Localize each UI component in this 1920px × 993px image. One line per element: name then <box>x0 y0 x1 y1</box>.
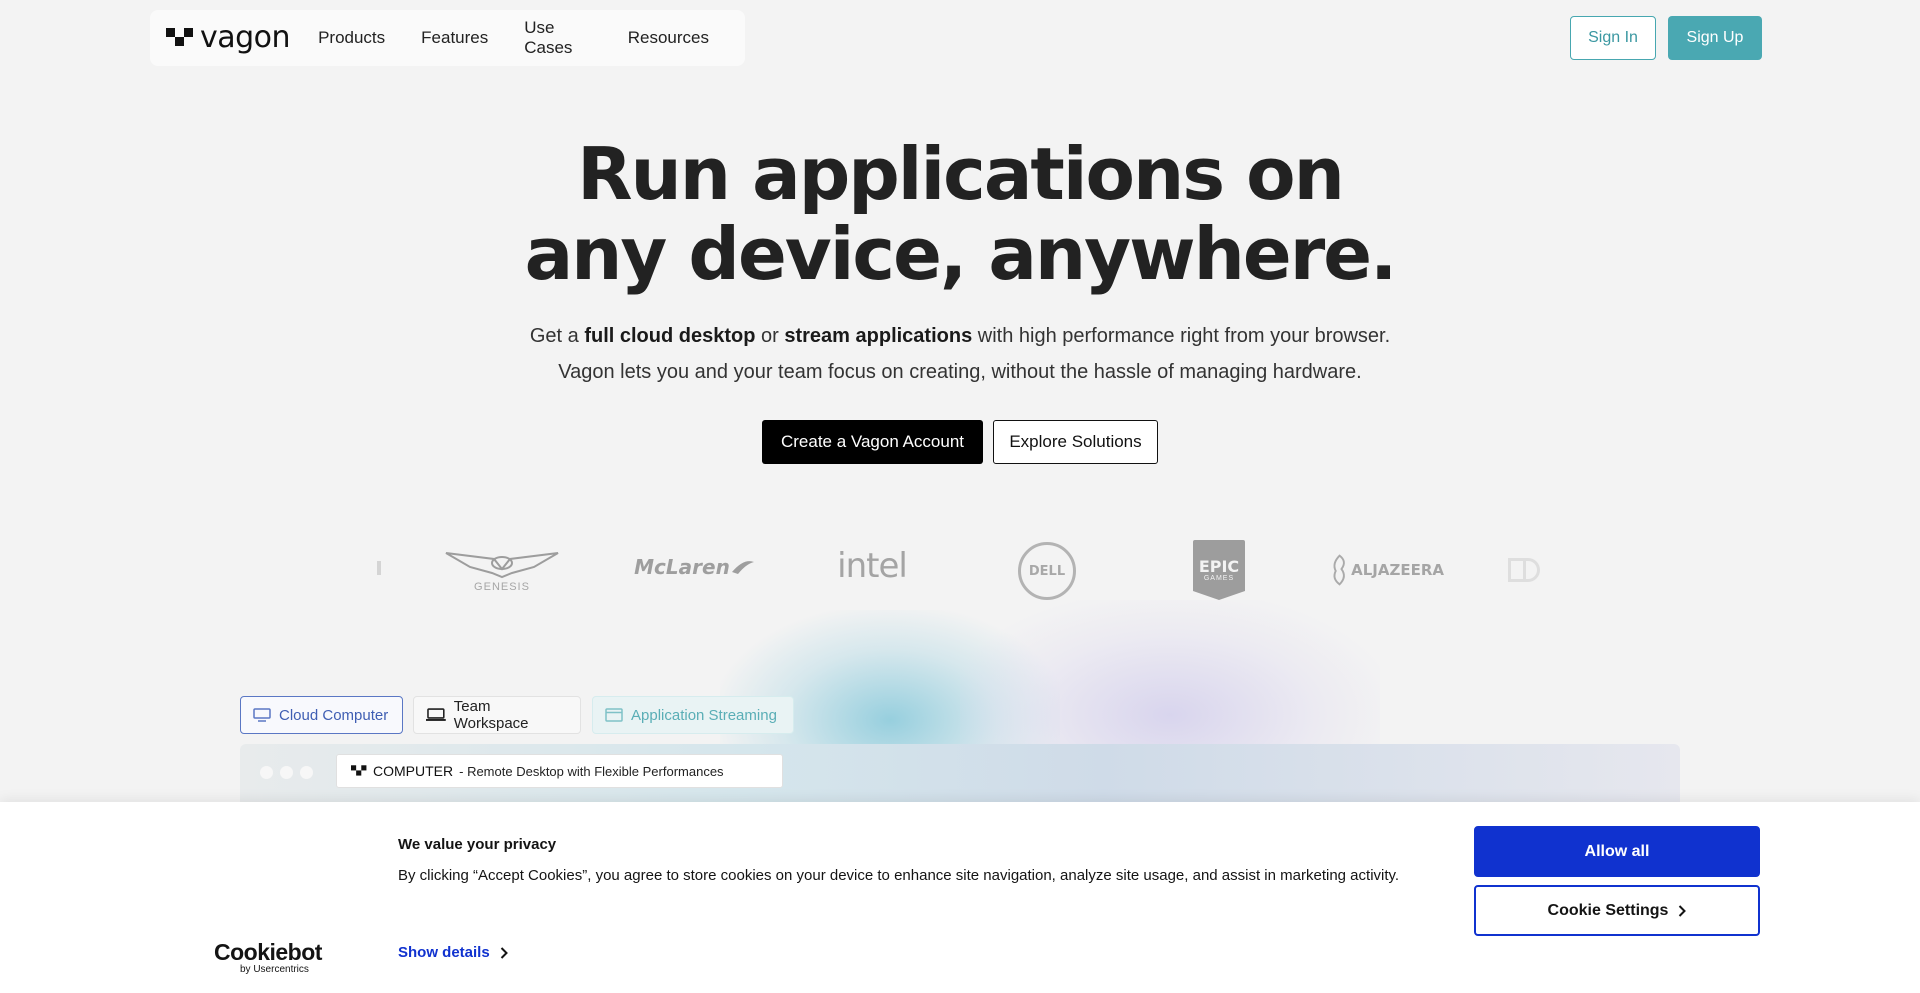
nav-use-cases[interactable]: Use Cases <box>524 18 591 58</box>
show-details-label: Show details <box>398 944 490 961</box>
aljazeera-logo: ALJAZEERA <box>1330 552 1444 588</box>
partial-logo-left <box>376 558 382 578</box>
vagon-small-logo-icon <box>351 765 367 776</box>
genesis-logo: GENESIS <box>440 540 564 600</box>
monitor-icon <box>253 708 271 722</box>
aljazeera-text: ALJAZEERA <box>1351 561 1444 579</box>
show-details-link[interactable]: Show details <box>398 944 508 961</box>
preview-title-strong: COMPUTER <box>373 763 454 779</box>
tab-team-workspace-label: Team Workspace <box>453 698 529 732</box>
sign-in-button[interactable]: Sign In <box>1570 16 1656 60</box>
create-account-button[interactable]: Create a Vagon Account <box>762 420 983 464</box>
cookiebot-logo-text: Cookiebot <box>214 939 322 965</box>
window-dot-maximize <box>300 766 313 779</box>
tab-application-streaming[interactable]: Application Streaming <box>592 696 794 734</box>
intel-text: intel <box>837 546 908 586</box>
hero-title: Run applications on any device, anywhere… <box>0 134 1920 294</box>
hero-subtitle-line2: Vagon lets you and your team focus on cr… <box>558 361 1362 383</box>
preview-address-bar: COMPUTER - Remote Desktop with Flexible … <box>336 754 783 788</box>
workspace-monitor-icon <box>426 708 446 721</box>
hero-subtitle: Get a full cloud desktop or stream appli… <box>0 318 1920 390</box>
logo-text: vagon <box>200 20 291 55</box>
vagon-logo-icon <box>166 28 193 46</box>
sub-text: Get a <box>529 325 585 347</box>
epic-games-logo: EPIC GAMES <box>1193 540 1245 600</box>
intel-logo: intel <box>826 544 918 588</box>
hero-title-line1: Run applications on <box>577 132 1345 216</box>
chevron-right-icon <box>1679 904 1687 917</box>
nav-features[interactable]: Features <box>421 28 488 48</box>
tab-cloud-computer-label: Cloud Computer <box>279 706 389 724</box>
window-dot-close <box>260 766 273 779</box>
genesis-wings-icon <box>445 552 559 579</box>
sign-up-button[interactable]: Sign Up <box>1668 16 1762 60</box>
mclaren-text: McLaren <box>634 555 730 579</box>
sub-text: or <box>755 325 785 347</box>
brand-logo-strip: GENESIS McLaren intel DELL EPIC GAMES AL… <box>0 530 1920 610</box>
vagon-logo[interactable]: vagon <box>166 20 291 55</box>
mclaren-logo: McLaren <box>626 552 762 582</box>
browser-window-icon <box>605 708 623 722</box>
sub-bold-stream-apps: stream applications <box>784 325 973 347</box>
mclaren-swoosh-icon <box>731 561 754 574</box>
sub-bold-cloud-desktop: full cloud desktop <box>584 325 756 347</box>
allow-all-button[interactable]: Allow all <box>1474 826 1760 877</box>
epic-text: EPIC <box>1198 556 1240 576</box>
hero-subtitle-line1: Get a full cloud desktop or stream appli… <box>0 318 1920 354</box>
chevron-right-icon <box>500 946 508 959</box>
explore-solutions-button[interactable]: Explore Solutions <box>993 420 1158 464</box>
genesis-text: GENESIS <box>474 581 530 593</box>
cookie-settings-button[interactable]: Cookie Settings <box>1474 885 1760 936</box>
hero-title-line2: any device, anywhere. <box>524 212 1398 296</box>
cookie-settings-label: Cookie Settings <box>1547 901 1669 919</box>
nav-products[interactable]: Products <box>318 28 385 48</box>
games-text: GAMES <box>1203 574 1235 582</box>
cookie-title: We value your privacy <box>398 836 557 853</box>
cookie-consent-banner: Cookiebot by Usercentrics We value your … <box>0 802 1920 993</box>
window-dot-minimize <box>280 766 293 779</box>
nav-bar: vagon Products Features Use Cases Resour… <box>150 10 745 66</box>
sub-text: with high performance right from your br… <box>972 325 1391 347</box>
preview-title-text: - Remote Desktop with Flexible Performan… <box>459 763 724 779</box>
dell-logo: DELL <box>1018 542 1076 600</box>
tab-cloud-computer[interactable]: Cloud Computer <box>240 696 403 734</box>
aljazeera-emblem-icon <box>1333 554 1345 586</box>
cookiebot-logo[interactable]: Cookiebot by Usercentrics <box>214 939 322 975</box>
dell-text: DELL <box>1028 563 1066 579</box>
cookie-description: By clicking “Accept Cookies”, you agree … <box>398 867 1400 884</box>
nav-resources[interactable]: Resources <box>628 28 709 48</box>
tab-team-workspace[interactable]: Team Workspace <box>413 696 581 734</box>
tab-application-streaming-label: Application Streaming <box>631 706 777 724</box>
partial-logo-right <box>1506 558 1542 582</box>
